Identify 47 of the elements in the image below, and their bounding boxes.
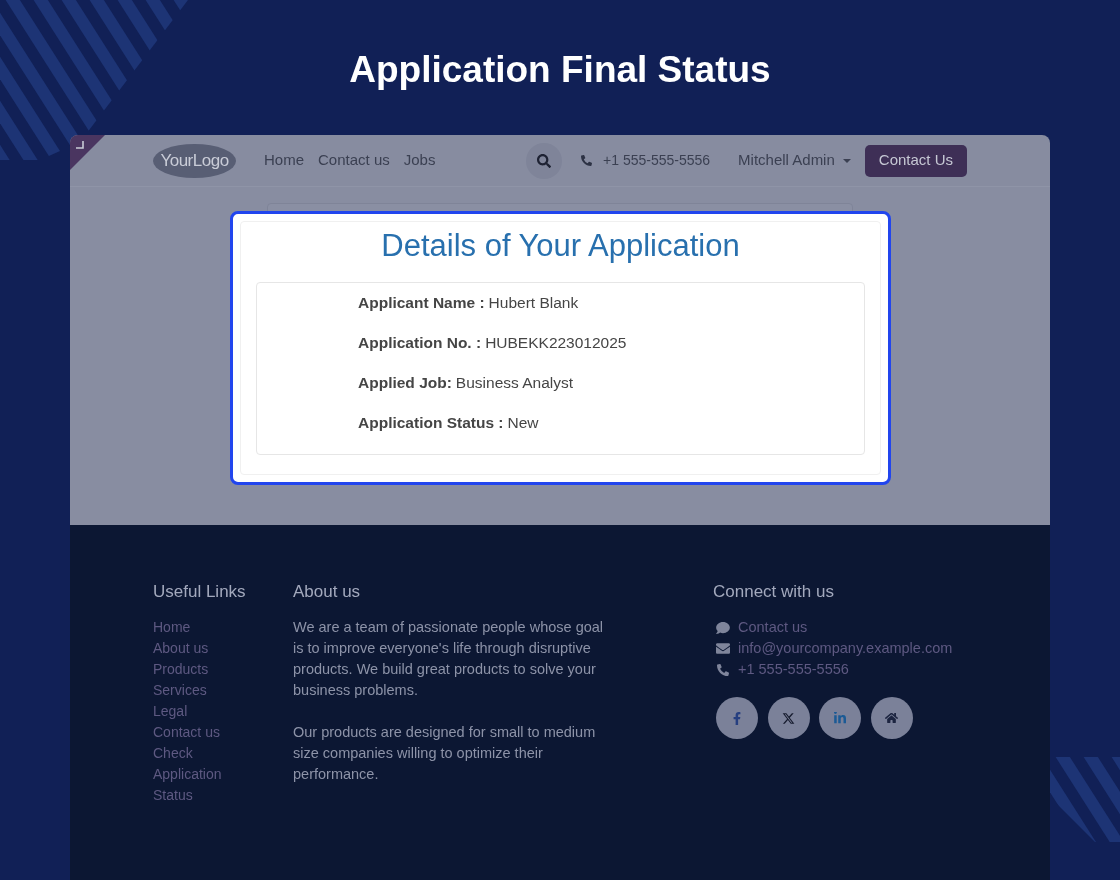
chat-bubble-icon — [716, 621, 730, 634]
footer-link[interactable]: Contact us — [153, 722, 253, 743]
contact-link[interactable]: info@yourcompany.example.com — [738, 638, 953, 659]
footer-link[interactable]: Legal — [153, 701, 253, 722]
phone-link[interactable]: +1 555-555-5556 — [603, 150, 711, 171]
phone-icon — [717, 663, 729, 676]
field-value: HUBEKK223012025 — [485, 333, 627, 354]
contact-link[interactable]: Contact us — [738, 617, 808, 638]
facebook-icon — [733, 711, 741, 725]
nav-link[interactable]: Jobs — [403, 149, 436, 172]
about-paragraph: We are a team of passionate people whose goal is to improve everyone's life through disruptive products. We build great products to solve your business problems. — [293, 618, 605, 700]
user-menu[interactable]: Mitchell Admin — [738, 149, 851, 172]
x-icon — [782, 712, 795, 724]
social-button[interactable] — [716, 697, 758, 739]
field-label: Application No. : — [358, 333, 482, 354]
field-value: Hubert Blank — [488, 293, 579, 314]
social-button[interactable] — [819, 697, 861, 739]
footer-link[interactable]: About us — [153, 638, 253, 659]
logo[interactable]: YourLogo — [153, 143, 236, 178]
field-value: Business Analyst — [455, 373, 574, 394]
contact-link[interactable]: +1 555-555-5556 — [738, 659, 849, 680]
card-title: Details of Your Application — [380, 228, 741, 264]
contact-us-button[interactable]: Contact Us — [864, 144, 967, 177]
footer-link[interactable]: Products — [153, 659, 253, 680]
page-title: Application Final Status — [349, 48, 771, 92]
social-button[interactable] — [767, 697, 810, 739]
field-value: New — [507, 413, 539, 434]
linkedin-icon — [834, 712, 846, 724]
nav-link[interactable]: Contact us — [318, 149, 390, 172]
footer-heading: About us — [293, 581, 362, 603]
footer-heading: Connect with us — [713, 581, 835, 603]
social-button[interactable] — [870, 697, 913, 739]
corner-marker-icon — [70, 135, 105, 170]
search-icon — [537, 153, 552, 168]
footer-link[interactable]: Services — [153, 680, 253, 701]
about-paragraph: Our products are designed for small to medium size companies willing to optimize their performance. — [293, 723, 597, 784]
caret-icon — [842, 158, 851, 163]
footer-link[interactable]: Check Application Status — [153, 743, 253, 806]
envelope-icon — [716, 643, 730, 654]
phone-icon — [581, 155, 593, 166]
footer-link[interactable]: Home — [153, 617, 253, 638]
field-label: Applicant Name : — [358, 293, 485, 314]
field-label: Application Status : — [358, 413, 504, 434]
home-icon — [885, 713, 898, 723]
field-label: Applied Job: — [358, 373, 452, 394]
nav-link[interactable]: Home — [264, 149, 304, 172]
footer-heading: Useful Links — [153, 581, 247, 603]
